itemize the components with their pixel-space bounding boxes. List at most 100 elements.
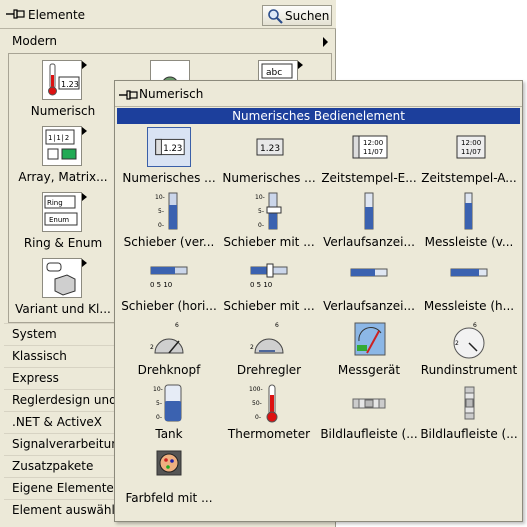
subpalette-title: Numerisch: [139, 87, 204, 101]
item-label: Messgerät: [337, 363, 401, 377]
category-eigene-elemente[interactable]: Eigene Elemente: [4, 477, 114, 498]
horizontal-pointer-slider-icon: 0 5 10: [250, 263, 288, 289]
meter-icon: [354, 322, 386, 356]
ring-text: Ring: [47, 199, 63, 207]
category-dotnet-activex[interactable]: .NET & ActiveX: [4, 411, 114, 432]
search-label: Suchen: [285, 9, 330, 23]
item-numerisches-anzeigeelement[interactable]: 1.23 Numerisches ...: [219, 125, 319, 187]
svg-text:1|1|2: 1|1|2: [48, 134, 69, 142]
category-element-auswaehlen[interactable]: Element auswähl: [4, 499, 114, 520]
category-reglerdesign[interactable]: Reglerdesign und: [4, 389, 114, 410]
numeric-tile-text: 1.23: [61, 80, 79, 89]
svg-text:2: 2: [455, 340, 459, 347]
item-label: Tank: [155, 427, 183, 441]
horizontal-scrollbar-icon: [352, 398, 386, 409]
item-messleiste-vertikal[interactable]: Messleiste (v...: [419, 189, 519, 251]
svg-text:0-: 0-: [158, 222, 164, 229]
tile-label: Ring & Enum: [23, 236, 103, 250]
item-label: Bildlaufleiste (...: [320, 427, 418, 441]
gauge-icon: 2 6: [453, 322, 485, 359]
item-drehknopf[interactable]: 2 6 Drehknopf: [119, 317, 219, 379]
item-farbfeld[interactable]: Farbfeld mit ...: [119, 445, 219, 507]
item-verlaufsanzeige-vertikal[interactable]: Verlaufsanzei...: [319, 189, 419, 251]
svg-text:6: 6: [473, 322, 477, 329]
vertical-graduated-bar-icon: [464, 192, 473, 230]
item-label: Zeitstempel-A...: [421, 171, 517, 185]
item-messgeraet[interactable]: Messgerät: [319, 317, 419, 379]
svg-text:11/07: 11/07: [461, 148, 481, 156]
item-thermometer[interactable]: 100- 50- 0- Thermometer: [219, 381, 319, 443]
item-label: Verlaufsanzei...: [323, 299, 415, 313]
item-schieber-vertikal[interactable]: 10- 5- 0- Schieber (ver...: [119, 189, 219, 251]
item-label: Bildlaufleiste (...: [420, 427, 518, 441]
item-bildlaufleiste-horizontal[interactable]: Bildlaufleiste (...: [319, 381, 419, 443]
item-tank[interactable]: 10- 5- 0- Tank: [119, 381, 219, 443]
horizontal-graduated-bar-icon: [450, 268, 488, 277]
item-messleiste-horizontal[interactable]: Messleiste (h...: [419, 253, 519, 315]
thermometer-icon: 100- 50- 0-: [249, 384, 278, 423]
item-label: Messleiste (h...: [423, 299, 515, 313]
item-schieber-horizontal[interactable]: 0 5 10 Schieber (hori...: [119, 253, 219, 315]
vertical-slider-icon: 10- 5- 0-: [155, 192, 178, 230]
submenu-arrow-icon: [82, 259, 87, 267]
tile-numerisch[interactable]: 1.23 Numerisch: [9, 56, 117, 122]
category-klassisch[interactable]: Klassisch: [4, 345, 114, 366]
item-bildlaufleiste-vertikal[interactable]: Bildlaufleiste (...: [419, 381, 519, 443]
item-numerisches-bedienelement[interactable]: 1.23 Numerisches ...: [119, 125, 219, 187]
submenu-arrow-icon: [82, 61, 87, 69]
timestamp-control-icon: 12:00 11/07: [352, 135, 388, 159]
category-modern[interactable]: Modern: [4, 31, 332, 52]
abc-text: abc: [266, 68, 282, 78]
svg-text:10-: 10-: [155, 194, 165, 201]
item-schieber-mit-zeiger[interactable]: 10- 5- 0- Schieber mit ...: [219, 189, 319, 251]
category-signalverarbeitung[interactable]: Signalverarbeitun: [4, 433, 114, 454]
tile-variant[interactable]: Variant und Kl...: [9, 254, 117, 320]
category-modern-label: Modern: [12, 34, 58, 48]
svg-text:0-: 0-: [156, 414, 162, 421]
tile-array-matrix[interactable]: 1|1|2 Array, Matrix...: [9, 122, 117, 188]
tile-ring-enum[interactable]: Ring Enum Ring & Enum: [9, 188, 117, 254]
item-rundinstrument[interactable]: 2 6 Rundinstrument: [419, 317, 519, 379]
search-button[interactable]: Suchen: [262, 5, 332, 26]
svg-text:100-: 100-: [249, 386, 263, 393]
svg-text:50-: 50-: [252, 400, 262, 407]
category-express[interactable]: Express: [4, 367, 114, 388]
category-system[interactable]: System: [4, 323, 114, 344]
item-label: Zeitstempel-E...: [321, 171, 417, 185]
svg-text:2: 2: [250, 344, 254, 351]
item-label: Drehknopf: [137, 363, 201, 377]
array-tile-icon: 1|1|2: [42, 126, 87, 166]
item-drehregler[interactable]: 2 6 Drehregler: [219, 317, 319, 379]
pointer-slider-icon: 10- 5- 0-: [255, 192, 282, 230]
svg-text:11/07: 11/07: [363, 148, 383, 156]
item-label: Schieber mit ...: [223, 235, 315, 249]
svg-text:0 5 10: 0 5 10: [150, 281, 172, 289]
item-zeitstempel-anzeige[interactable]: 12:00 11/07 Zeitstempel-A...: [419, 125, 519, 187]
svg-text:1.23: 1.23: [163, 144, 182, 154]
search-icon: [268, 9, 283, 24]
tile-label: Array, Matrix...: [18, 170, 108, 184]
item-label: Rundinstrument: [420, 363, 518, 377]
numeric-control-icon: 1.23: [147, 127, 191, 167]
item-label: Farbfeld mit ...: [125, 491, 213, 505]
item-zeitstempel-element[interactable]: 12:00 11/07 Zeitstempel-E...: [319, 125, 419, 187]
svg-text:6: 6: [275, 322, 279, 329]
palette-titlebar: Elemente Suchen: [0, 0, 336, 29]
tank-icon: 10- 5- 0-: [153, 384, 182, 422]
category-zusatzpakete[interactable]: Zusatzpakete: [4, 455, 114, 476]
tile-label: Numerisch: [30, 104, 96, 118]
color-box-icon: [156, 450, 182, 476]
item-label: Messleiste (v...: [424, 235, 514, 249]
submenu-arrow-icon: [82, 193, 87, 201]
svg-text:10-: 10-: [255, 194, 265, 201]
pin-icon[interactable]: [6, 9, 26, 19]
expand-arrow-icon: [323, 37, 328, 47]
svg-text:12:00: 12:00: [461, 139, 481, 147]
tile-label: Variant und Kl...: [15, 302, 111, 316]
item-verlaufsanzeige-horizontal[interactable]: Verlaufsanzei...: [319, 253, 419, 315]
numerisch-subpalette: Numerisch Numerisches Bedienelement 1.23…: [114, 80, 523, 522]
svg-text:12:00: 12:00: [363, 139, 383, 147]
item-schieber-mit-zeiger-horizontal[interactable]: 0 5 10 Schieber mit ...: [219, 253, 319, 315]
pin-icon[interactable]: [119, 90, 139, 100]
svg-text:0-: 0-: [255, 414, 261, 421]
